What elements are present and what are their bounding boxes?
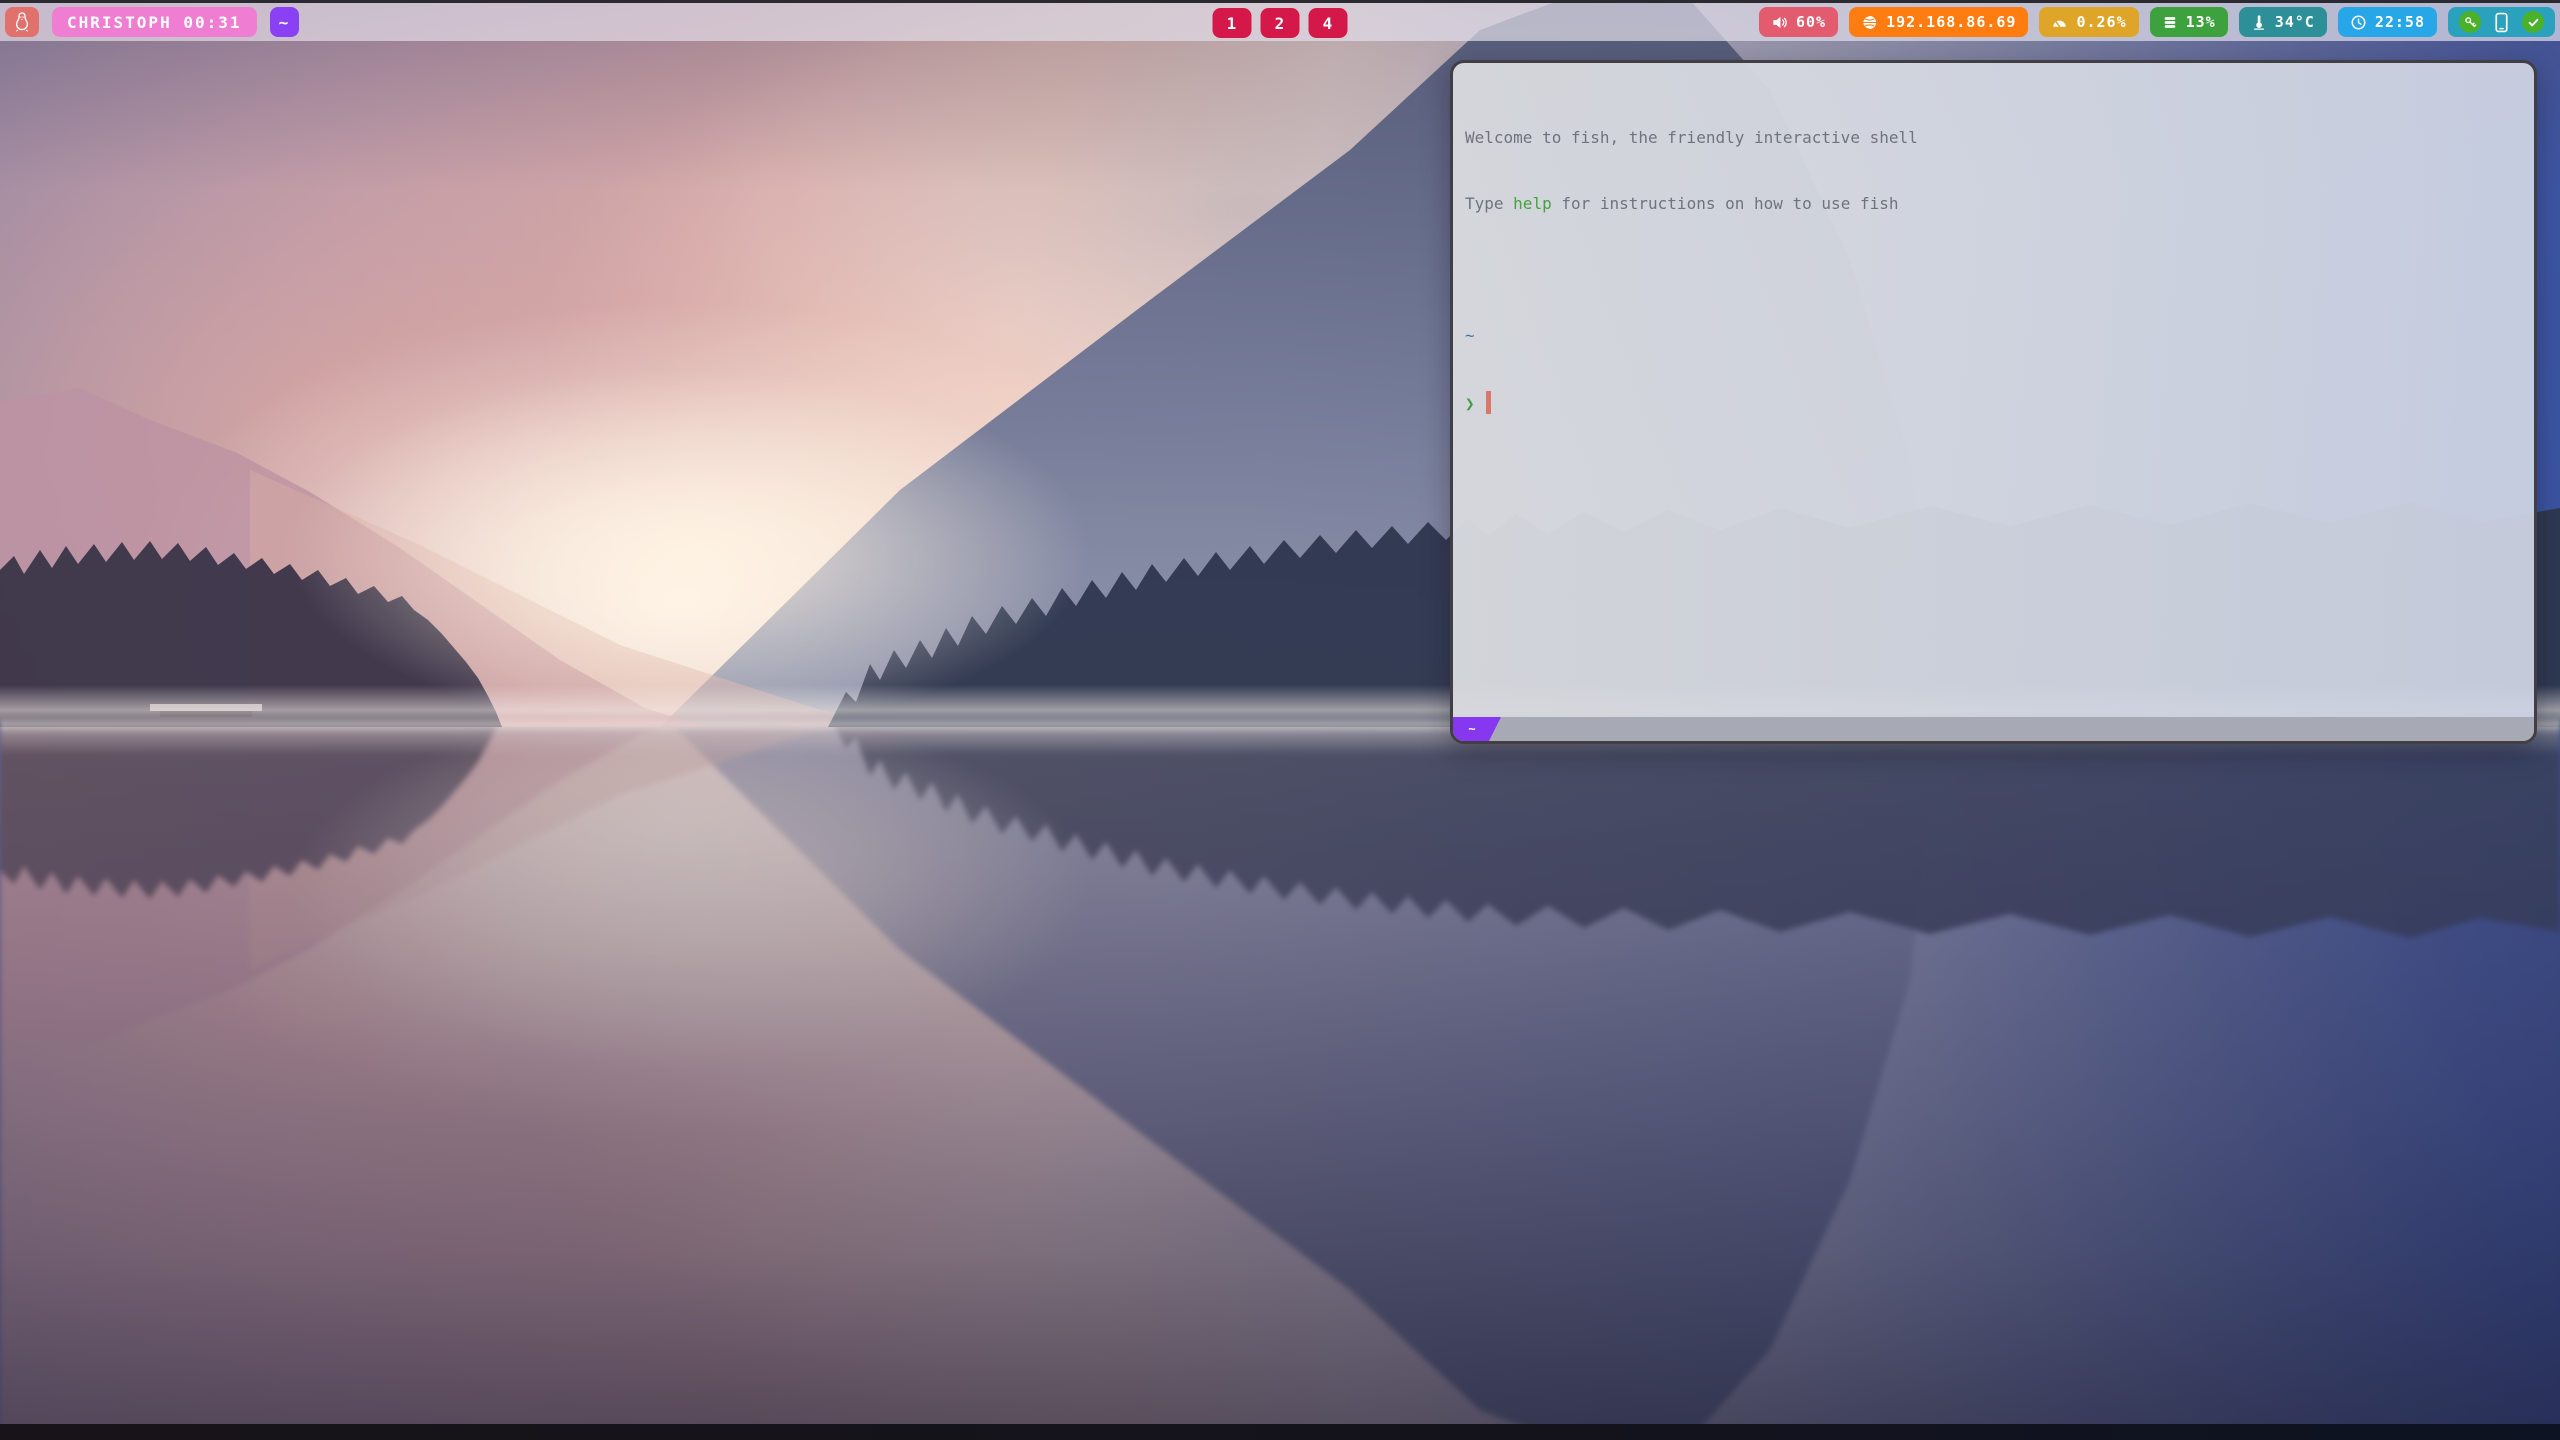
blank-line bbox=[1465, 259, 2520, 281]
terminal-cursor bbox=[1486, 391, 1491, 414]
desktop: CHRISTOPH 00:31 ~ 1 2 4 60% 192.168 bbox=[0, 0, 2560, 1440]
top-status-bar: CHRISTOPH 00:31 ~ 1 2 4 60% 192.168 bbox=[0, 0, 2560, 41]
clock-value: 22:58 bbox=[2375, 13, 2425, 31]
thermometer-icon bbox=[2251, 13, 2267, 31]
gauge-icon bbox=[2051, 14, 2068, 31]
cpu-module[interactable]: 0.26% bbox=[2039, 7, 2138, 37]
network-ip-value: 192.168.86.69 bbox=[1886, 13, 2016, 31]
clock-module[interactable]: 22:58 bbox=[2338, 7, 2437, 37]
terminal-tab-bar: ~ bbox=[1453, 717, 2534, 741]
speaker-icon bbox=[1771, 14, 1788, 31]
cpu-load-value: 0.26% bbox=[2076, 13, 2126, 31]
bottom-shoreline bbox=[0, 1424, 2560, 1440]
workspace-switcher: 1 2 4 bbox=[1213, 8, 1348, 38]
volume-value: 60% bbox=[1796, 13, 1826, 31]
help-keyword: help bbox=[1513, 194, 1552, 213]
launcher-button[interactable] bbox=[5, 7, 39, 37]
bar-left-modules: CHRISTOPH 00:31 ~ bbox=[5, 7, 299, 37]
terminal-tab-active[interactable]: ~ bbox=[1453, 717, 1501, 741]
help-line-prefix: Type bbox=[1465, 194, 1513, 213]
network-module[interactable]: 192.168.86.69 bbox=[1849, 7, 2028, 37]
check-icon bbox=[2527, 16, 2540, 29]
memory-module[interactable]: 13% bbox=[2150, 7, 2228, 37]
prompt-cwd: ~ bbox=[1465, 325, 2520, 347]
bar-status-modules: 60% 192.168.86.69 0.26% bbox=[1759, 7, 2555, 37]
phone-icon[interactable] bbox=[2494, 12, 2509, 33]
fish-welcome-line: Welcome to fish, the friendly interactiv… bbox=[1465, 127, 2520, 149]
volume-module[interactable]: 60% bbox=[1759, 7, 1838, 37]
system-tray bbox=[2448, 7, 2555, 37]
workspace-button-2[interactable]: 2 bbox=[1261, 8, 1300, 38]
tray-status-ok-button[interactable] bbox=[2522, 11, 2544, 33]
fish-help-line: Type help for instructions on how to use… bbox=[1465, 193, 2520, 215]
terminal-output: Welcome to fish, the friendly interactiv… bbox=[1453, 63, 2534, 717]
wallpaper-sky-mirrored bbox=[0, 727, 2560, 1440]
tux-icon bbox=[12, 11, 32, 33]
clock-icon bbox=[2350, 14, 2367, 31]
wallpaper-mountains-mirrored bbox=[0, 727, 2560, 1440]
tray-password-manager-button[interactable] bbox=[2459, 11, 2481, 33]
globe-icon bbox=[1861, 14, 1878, 31]
help-line-suffix: for instructions on how to use fish bbox=[1552, 194, 1899, 213]
memory-usage-value: 13% bbox=[2186, 13, 2216, 31]
temperature-module[interactable]: 34°C bbox=[2239, 7, 2327, 37]
terminal-window[interactable]: Welcome to fish, the friendly interactiv… bbox=[1450, 60, 2537, 744]
key-icon bbox=[2463, 15, 2477, 29]
memory-stack-icon bbox=[2162, 14, 2178, 31]
user-session-badge: CHRISTOPH 00:31 bbox=[52, 7, 257, 37]
prompt-chevron: ❯ bbox=[1465, 394, 1475, 413]
workspace-button-4[interactable]: 4 bbox=[1309, 8, 1348, 38]
temperature-value: 34°C bbox=[2275, 13, 2315, 31]
wallpaper-lake-reflection bbox=[0, 727, 2560, 1440]
prompt-line: ❯ bbox=[1465, 391, 2520, 415]
active-workspace-tag-badge[interactable]: ~ bbox=[270, 7, 299, 37]
workspace-button-1[interactable]: 1 bbox=[1213, 8, 1252, 38]
